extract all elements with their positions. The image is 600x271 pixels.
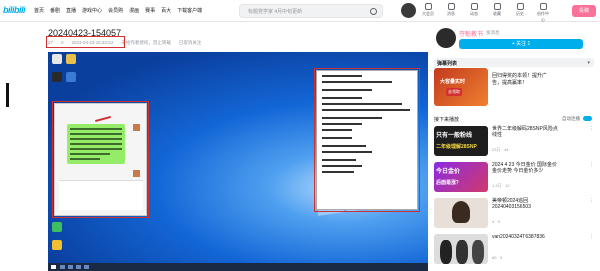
rec-stats: 1.3万 · 12 <box>492 183 510 188</box>
rec-stats: 60 · 0 <box>492 255 503 260</box>
rec-stats: 4 · 0 <box>492 219 501 224</box>
next-up-row: 接下来播放 自动连播 <box>434 114 594 123</box>
annotation-box <box>46 36 125 48</box>
vip-icon <box>424 3 432 10</box>
video-player[interactable] <box>48 52 428 271</box>
danmaku-list-title: 弹幕列表 <box>437 61 458 67</box>
rec-thumbnail[interactable] <box>434 198 488 228</box>
ad-thumb-text: 大容量实时 <box>440 79 466 85</box>
annotation-box <box>314 68 420 212</box>
person-thumb <box>456 240 468 264</box>
next-up-label: 接下来播放 <box>434 117 460 123</box>
ad-title[interactable]: 回归得奖的本领！提升广告，提高赢率！ <box>492 73 550 87</box>
send-message-link[interactable]: 发消息 <box>486 30 500 36</box>
uploader-avatar[interactable] <box>436 28 456 48</box>
rec-stats: 23万 · 44 <box>492 147 509 152</box>
top-nav: bilibili 首页 番剧 直播 游戏中心 会员购 漫画 赛事 百大 下载客户… <box>0 0 600 22</box>
taskbar-app-icon[interactable] <box>84 265 89 269</box>
person-thumb <box>452 201 470 223</box>
taskbar-app-icon[interactable] <box>76 265 81 269</box>
repost-note: 未经作者授权，禁止转载 <box>121 40 171 45</box>
desktop-icon[interactable] <box>66 54 76 64</box>
rec-title[interactable]: 世界二年级解码28SNP风险点线性 <box>492 126 562 138</box>
nav-links: 首页 番剧 直播 游戏中心 会员购 漫画 赛事 百大 下载客户端 <box>34 7 202 14</box>
search-input[interactable]: 标题党学家 4月中旬更新 <box>248 8 302 15</box>
user-avatar[interactable] <box>401 3 416 18</box>
desktop-icon[interactable] <box>66 72 76 82</box>
search-icon[interactable] <box>370 8 377 15</box>
more-icon[interactable]: ⋮ <box>589 198 594 204</box>
dynamic-icon <box>470 3 478 10</box>
message-icon <box>447 3 455 10</box>
chevron-down-icon[interactable]: ▾ <box>587 60 590 66</box>
rec-video[interactable]: van20240324T6387836 60 · 0 ⋮ <box>434 234 594 264</box>
desktop-icon[interactable] <box>52 72 62 82</box>
rec-title[interactable]: 2024 4 23 今日金价 国际金价 金价走势 今日金价多少 <box>492 162 562 174</box>
nav-link-home[interactable]: 首页 <box>34 7 44 14</box>
ad-thumbnail[interactable]: 大容量实时 去领取 <box>434 68 488 106</box>
nav-messages[interactable]: 消息 <box>444 3 458 23</box>
star-icon <box>493 3 501 10</box>
uploader-name[interactable]: 夺魁教书 <box>459 29 483 38</box>
nav-link-top100[interactable]: 百大 <box>161 7 171 14</box>
rec-video[interactable]: 美帝顿2024巡回 20240403156503 4 · 0 ⋮ <box>434 198 594 228</box>
rec-thumbnail[interactable]: 今日金价 后面是涨？ <box>434 162 488 192</box>
nav-link-shop[interactable]: 会员购 <box>108 7 123 14</box>
start-icon[interactable] <box>51 265 56 269</box>
person-thumb <box>472 240 484 264</box>
rec-title[interactable]: van20240324T6387836 <box>492 234 562 240</box>
desktop-icon[interactable] <box>52 240 62 250</box>
nav-favorites[interactable]: 收藏 <box>490 3 504 23</box>
nav-dynamics[interactable]: 动态 <box>467 3 481 23</box>
nav-link-live[interactable]: 直播 <box>66 7 76 14</box>
taskbar-app-icon[interactable] <box>68 265 73 269</box>
ad-thumb-tag: 去领取 <box>446 88 462 96</box>
rec-title[interactable]: 美帝顿2024巡回 20240403156503 <box>492 198 562 210</box>
rec-video[interactable]: 只有一般粉线 二年级理解28SNP 世界二年级解码28SNP风险点线性 23万 … <box>434 126 594 156</box>
annotation-box <box>52 101 149 218</box>
bilibili-logo[interactable]: bilibili <box>3 5 26 15</box>
autoplay-toggle[interactable] <box>583 116 592 121</box>
autoplay-label: 自动连播 <box>562 116 580 121</box>
windows-taskbar <box>48 263 428 271</box>
ad-card[interactable]: 大容量实时 去领取 回归得奖的本领！提升广告，提高赢率！ <box>434 68 594 108</box>
desktop-icon[interactable] <box>52 54 62 64</box>
search-box[interactable]: 标题党学家 4月中旬更新 <box>239 4 383 18</box>
nav-history[interactable]: 历史 <box>513 3 527 23</box>
nav-link-anime[interactable]: 番剧 <box>50 7 60 14</box>
nav-link-manga[interactable]: 漫画 <box>129 7 139 14</box>
rec-thumbnail[interactable] <box>434 234 488 264</box>
person-thumb <box>440 240 452 264</box>
more-icon[interactable]: ⋮ <box>589 234 594 240</box>
danmaku-list-header[interactable]: 弹幕列表 ▾ <box>434 58 594 67</box>
nav-vip[interactable]: 大会员 <box>421 3 435 23</box>
upload-button[interactable]: 投稿 <box>572 5 596 17</box>
nav-link-download[interactable]: 下载客户端 <box>177 7 202 14</box>
taskbar-app-icon[interactable] <box>60 265 65 269</box>
nav-link-events[interactable]: 赛事 <box>145 7 155 14</box>
more-icon[interactable]: ⋮ <box>589 126 594 132</box>
bulb-icon <box>539 3 547 10</box>
more-icon[interactable]: ⋮ <box>589 162 594 168</box>
nav-creator[interactable]: 创作中心 <box>536 3 550 23</box>
cc-note: 已取消关注 <box>178 40 202 45</box>
clock-icon <box>516 3 524 10</box>
follow-button[interactable]: + 关注 1 <box>459 39 583 49</box>
rec-video[interactable]: 今日金价 后面是涨？ 2024 4 23 今日金价 国际金价 金价走势 今日金价… <box>434 162 594 192</box>
rec-thumbnail[interactable]: 只有一般粉线 二年级理解28SNP <box>434 126 488 156</box>
desktop-icon[interactable] <box>52 222 62 232</box>
nav-link-games[interactable]: 游戏中心 <box>82 7 102 14</box>
left-edge-marker <box>6 83 9 107</box>
right-nav: 大会员 消息 动态 收藏 历史 创作中心 <box>421 3 550 23</box>
